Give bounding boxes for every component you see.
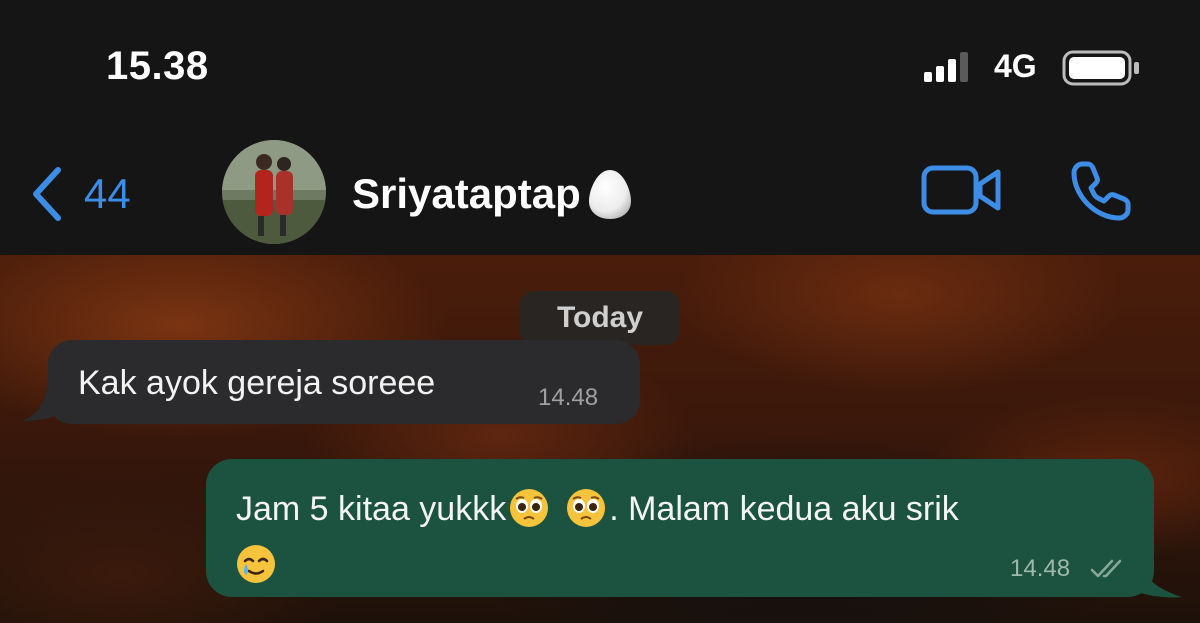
contact-name-text: Sriyataptap <box>352 170 581 217</box>
message-time: 14.48 <box>538 384 599 411</box>
message-time: 14.48 <box>1010 555 1071 582</box>
pleading-face-emoji <box>567 489 606 527</box>
message-text: Kak ayok gereja soreee <box>78 364 436 402</box>
battery-icon <box>1062 50 1139 86</box>
back-button[interactable]: 44 <box>30 158 170 230</box>
message-text: Jam 5 kitaa yukkk . Malam kedua aku srik <box>236 481 1136 593</box>
network-type: 4G <box>994 48 1037 84</box>
outgoing-message[interactable]: Jam 5 kitaa yukkk . Malam kedua aku srik <box>206 459 1154 597</box>
chevron-left-icon <box>33 167 61 221</box>
phone-icon[interactable] <box>1068 158 1134 224</box>
pleading-face-emoji <box>510 489 549 527</box>
status-time: 15.38 <box>106 44 209 88</box>
incoming-message[interactable]: Kak ayok gereja soreee 14.48 <box>48 340 640 424</box>
contact-name[interactable]: Sriyataptap <box>352 168 633 220</box>
date-separator: Today <box>520 291 680 345</box>
smiling-face-with-tear-emoji <box>237 545 275 583</box>
message-text-part-1: Jam 5 kitaa yukkk <box>236 490 507 528</box>
top-bar: 15.38 4G 44 Sriyataptap <box>0 0 1200 255</box>
message-text-part-2: . Malam kedua aku srik <box>609 490 959 528</box>
chat-area[interactable]: Today Kak ayok gereja soreee 14.48 Jam 5… <box>0 255 1200 623</box>
egg-icon <box>588 170 631 219</box>
video-call-icon[interactable] <box>920 160 1004 220</box>
unread-count: 44 <box>84 170 131 217</box>
read-receipt-icon <box>1090 559 1122 578</box>
contact-avatar[interactable] <box>222 140 326 244</box>
signal-strength-icon <box>924 52 968 82</box>
